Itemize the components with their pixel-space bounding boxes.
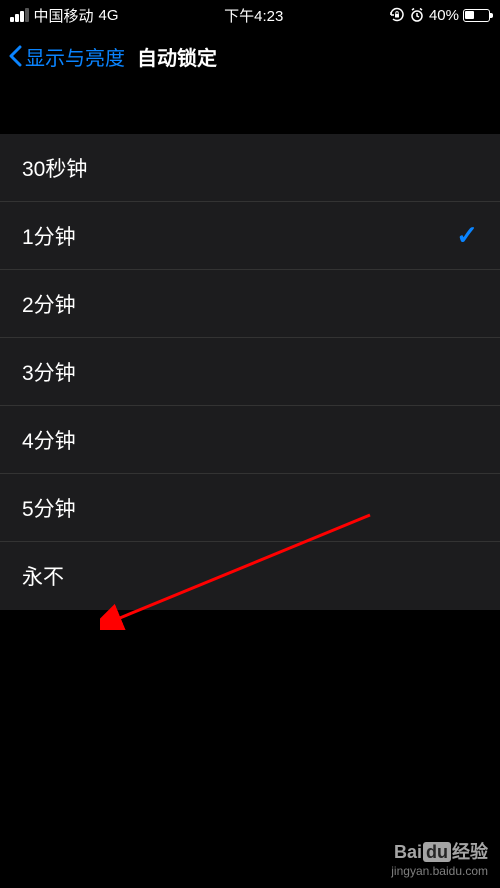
time-label: 下午4:23 [224,5,283,26]
battery-icon [463,9,490,22]
option-2min[interactable]: 2分钟 [0,270,500,338]
option-1min[interactable]: 1分钟 ✓ [0,202,500,270]
option-5min[interactable]: 5分钟 [0,474,500,542]
back-label: 显示与亮度 [25,42,125,71]
back-button[interactable]: 显示与亮度 [8,42,125,71]
signal-icon [10,8,29,22]
option-label: 2分钟 [22,289,76,319]
option-never[interactable]: 永不 [0,542,500,610]
watermark: Baidu经验 jingyan.baidu.com [391,838,488,878]
option-label: 永不 [22,561,64,591]
navigation-bar: 显示与亮度 自动锁定 [0,30,500,82]
network-label: 4G [99,7,119,24]
carrier-label: 中国移动 [34,5,94,26]
alarm-icon [409,7,425,23]
option-30s[interactable]: 30秒钟 [0,134,500,202]
watermark-url: jingyan.baidu.com [391,864,488,878]
chevron-left-icon [8,45,23,67]
options-list: 30秒钟 1分钟 ✓ 2分钟 3分钟 4分钟 5分钟 永不 [0,134,500,610]
option-label: 30秒钟 [22,153,87,183]
option-label: 1分钟 [22,221,76,251]
status-left: 中国移动 4G [10,5,119,26]
status-right: 40% [389,7,490,24]
checkmark-icon: ✓ [456,220,478,251]
orientation-lock-icon [389,7,405,23]
option-3min[interactable]: 3分钟 [0,338,500,406]
battery-percent: 40% [429,7,459,24]
watermark-logo: Baidu经验 [391,838,488,864]
option-label: 4分钟 [22,425,76,455]
status-bar: 中国移动 4G 下午4:23 40% [0,0,500,30]
option-4min[interactable]: 4分钟 [0,406,500,474]
option-label: 5分钟 [22,493,76,523]
option-label: 3分钟 [22,357,76,387]
page-title: 自动锁定 [137,42,217,71]
